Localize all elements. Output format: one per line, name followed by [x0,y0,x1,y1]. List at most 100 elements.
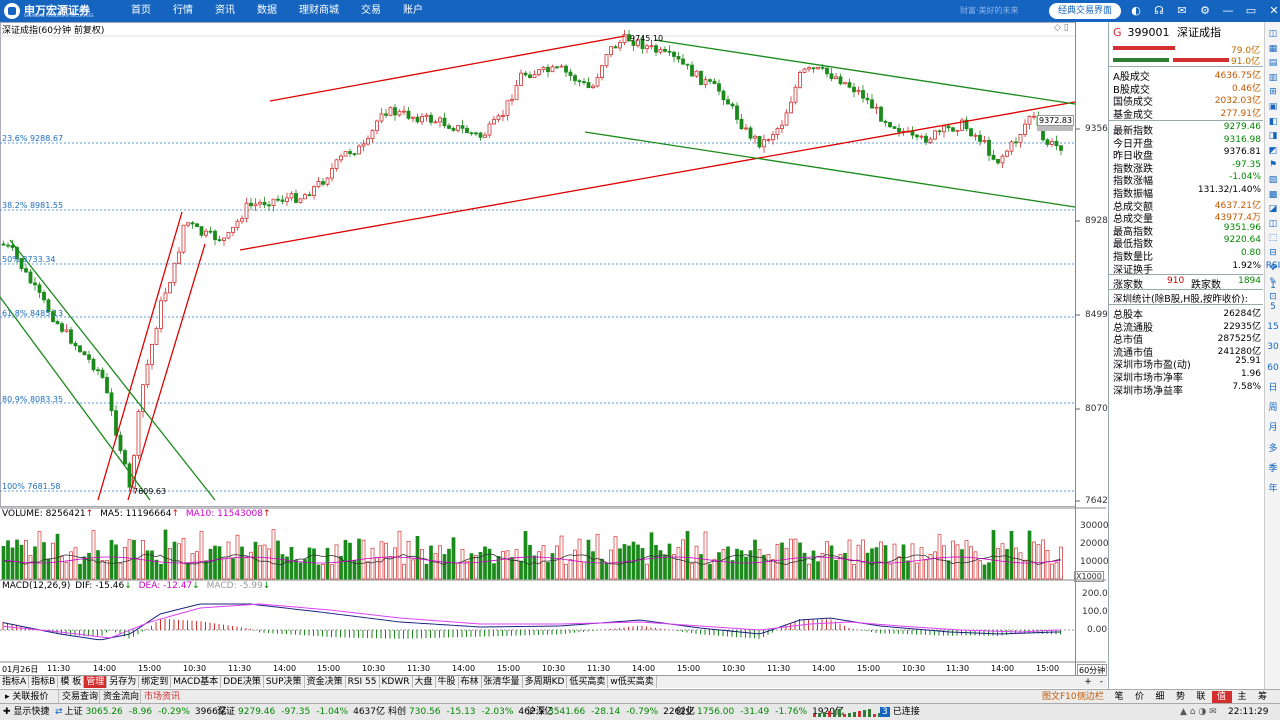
indicator-tab[interactable]: 资金决策 [305,676,346,688]
period-button[interactable]: 日 [1265,380,1280,396]
indicator-tab[interactable]: 多周期KD [523,676,568,688]
volume-bar-down [663,554,667,580]
quote-tab[interactable]: 笔 [1109,691,1129,703]
kline-chart[interactable] [0,22,1107,675]
period-button[interactable]: 60 [1265,360,1280,376]
menu-home[interactable]: 首页 [120,0,162,22]
quote-tab[interactable]: 细 [1150,691,1170,703]
restore-icon[interactable]: ▭ [1243,3,1259,19]
bottom-tab-trade-query[interactable]: 交易查询 [58,690,101,704]
indicator-tab[interactable]: SUP决策 [264,676,305,688]
minimize-icon[interactable]: — [1220,3,1236,19]
remove-tab-button[interactable]: - [1100,677,1103,687]
candle-down [852,86,856,93]
period-button[interactable]: 年 [1265,481,1280,497]
bottom-tab-related-quotes[interactable]: ▸ 关联报价 [2,690,51,704]
menu-data[interactable]: 数据 [246,0,288,22]
quote-tab[interactable]: 联 [1191,691,1211,703]
indicator-tab[interactable]: 大盘 [413,676,436,688]
quote-tab[interactable]: 价 [1130,691,1150,703]
indicator-tab[interactable]: 张清华量 [482,676,523,688]
window-icon[interactable]: ◫ [1265,216,1280,232]
contrast-icon[interactable]: ◐ [1128,3,1144,19]
menu-account[interactable]: 账户 [392,0,434,22]
candle-up [285,197,289,202]
candle-up [159,300,163,329]
split-left-icon[interactable]: ◧ [1265,114,1280,130]
period-button[interactable]: 周 [1265,400,1280,416]
menu-quotes[interactable]: 行情 [162,0,204,22]
period-button[interactable]: 月 [1265,420,1280,436]
close-icon[interactable]: ✕ [1266,3,1280,19]
period-button[interactable]: 多 [1265,441,1280,457]
indicator-tab[interactable]: 指标A [0,676,30,688]
chart-settings-icon[interactable]: ◇ ▯ [1054,23,1069,33]
indicator-tab[interactable]: RSI 55 [346,676,380,688]
grid-icon[interactable]: ◫ [1265,26,1280,42]
period-button[interactable]: RSI [1265,258,1280,274]
volume-bar-down [586,539,591,580]
indicator-tab[interactable]: 管理 [84,676,108,688]
menu-wealth-mall[interactable]: 理财商城 [288,0,350,22]
indicator-tab[interactable]: 绑定到 [139,676,172,688]
headset-icon[interactable]: ☊ [1151,3,1167,19]
quote-tab[interactable]: 势 [1171,691,1191,703]
split-right-icon[interactable]: ◨ [1265,128,1280,144]
bottom-tab-market-news[interactable]: 市场资讯 [140,690,183,704]
volume-bar-up [514,549,519,580]
columns-icon[interactable]: ▥ [1265,70,1280,86]
bottom-tab-fund-flow[interactable]: 资金流向 [99,690,142,704]
layout-icon[interactable]: ⊞ [1265,84,1280,100]
connection-status[interactable]: 3 已连接 [880,706,920,719]
mail-icon[interactable]: ✉ [1174,3,1190,19]
indicator-tab[interactable]: MACD基本 [171,676,222,688]
indicator-tab[interactable]: 模 板 [58,676,85,688]
indicator-tab[interactable]: 布林 [459,676,482,688]
period-button[interactable]: 30 [1265,339,1280,355]
indicator-tab[interactable]: KDWR [380,676,413,688]
tile-icon[interactable]: ◩ [1265,143,1280,159]
volume-bar-down [546,562,550,580]
period-button[interactable]: 1 [1265,278,1280,294]
flag-icon[interactable]: ⚑ [1265,157,1280,173]
add-tab-button[interactable]: + [1084,677,1092,687]
show-quick-button[interactable]: ✚ 显示快捷 [3,706,49,719]
quote-tab[interactable]: 筹 [1253,691,1273,703]
indicator-tab[interactable]: 低买高卖 [567,676,609,688]
volume-bar-up [681,539,685,580]
candle-down [735,105,739,120]
hatch-icon[interactable]: ▨ [1265,172,1280,188]
classic-trade-button[interactable]: 经典交易界面 [1049,3,1121,19]
frame-icon[interactable]: ⬚ [1265,230,1280,246]
quote-tab[interactable]: 主 [1232,691,1252,703]
half-icon[interactable]: ◪ [1265,201,1280,217]
info-value: 26284亿 [1223,309,1261,319]
candle-down [681,58,685,65]
f10-label[interactable]: 图文F10 [1042,690,1077,704]
table-icon[interactable]: ▦ [1265,41,1280,57]
indicator-tab[interactable]: 指标B [29,676,59,688]
indicator-tab[interactable]: DDE决策 [221,676,264,688]
volume-bar-up [541,545,546,580]
sidebar-toggle[interactable]: 侧边栏 [1077,690,1104,704]
volume-bar-up [433,553,438,580]
index-ticker[interactable]: 深证 9279.46 -97.35 -1.04% 4637亿 [217,706,385,719]
index-ticker[interactable]: 沪深 3541.66 -28.14 -0.79% 2262亿 [527,706,695,719]
menu-trade[interactable]: 交易 [350,0,392,22]
period-button[interactable]: 5 [1265,299,1280,315]
chart-area[interactable]: 深证成指(60分钟 前复权) ◇ ▯ 9356 8928 8499 8070 7… [0,22,1109,677]
panel-icon[interactable]: ▣ [1265,99,1280,115]
period-button[interactable]: 15 [1265,319,1280,335]
gear-icon[interactable]: ⚙ [1197,3,1213,19]
period-button[interactable]: 季 [1265,461,1280,477]
indicator-tab[interactable]: w低买高卖 [608,676,657,688]
menu-news[interactable]: 资讯 [204,0,246,22]
indicator-tab[interactable]: 牛股 [436,676,459,688]
indicator-tab[interactable]: 另存为 [107,676,140,688]
index-ticker[interactable]: ⇄ 上证 3065.26 -8.96 -0.29% 3966亿 [55,706,227,719]
brand-logo[interactable]: 申万宏源证券 SHENWAN HONGYUAN SECURITIES [4,2,122,20]
quote-tab[interactable]: 值 [1211,691,1232,703]
block-icon[interactable]: ▩ [1265,187,1280,203]
candle-up [438,117,442,123]
list-icon[interactable]: ▤ [1265,55,1280,71]
